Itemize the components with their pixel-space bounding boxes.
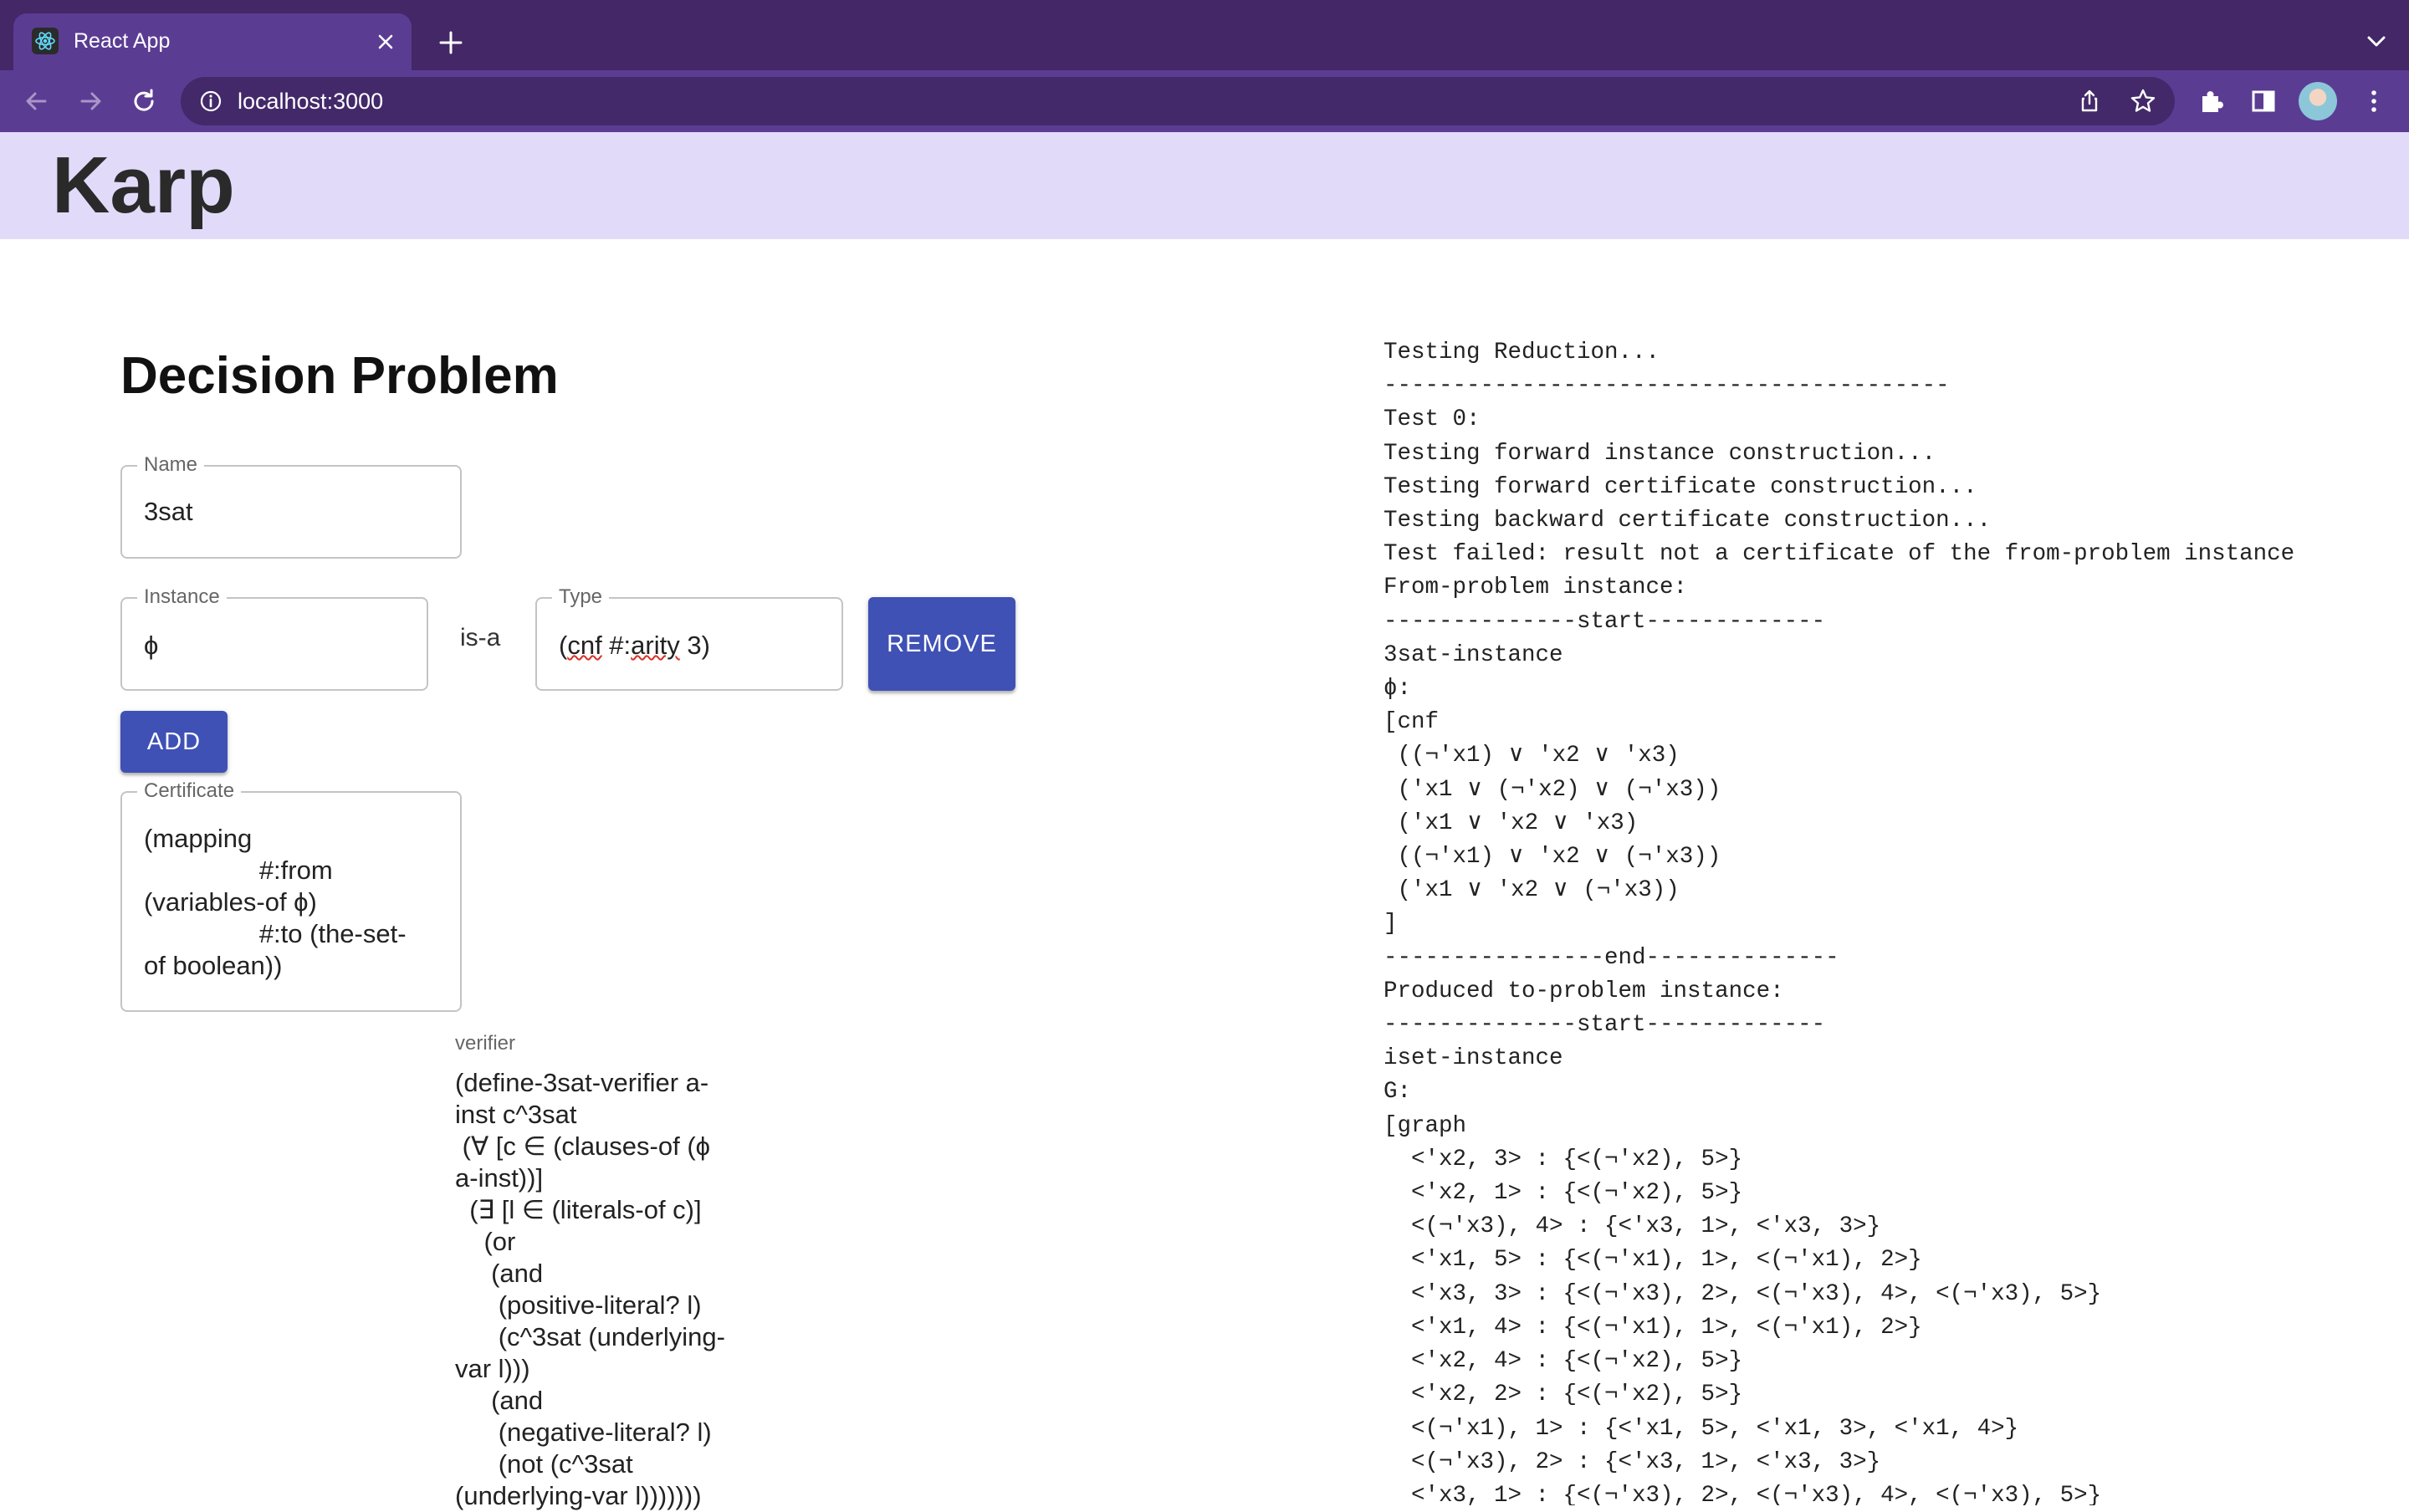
type-field-label: Type [552, 585, 610, 609]
sidebar-icon[interactable] [2247, 84, 2280, 118]
output-line: <'x3, 3> : {<(¬'x3), 2>, <(¬'x3), 4>, <(… [1384, 1280, 2102, 1307]
browser-tab[interactable]: React App [13, 13, 412, 70]
output-line: G: [1384, 1079, 1412, 1106]
puzzle-icon[interactable] [2195, 84, 2228, 118]
arrow-right-icon[interactable] [74, 84, 107, 118]
output-line: [graph [1384, 1112, 1467, 1139]
type-value-middle: #: [601, 631, 632, 660]
type-value-cnf: cnf [567, 631, 602, 660]
address-bar[interactable]: localhost:3000 [181, 77, 2175, 125]
output-line: iset-instance [1384, 1045, 1563, 1072]
output-line: ----------------end-------------- [1384, 944, 1839, 971]
name-field-value: 3sat [144, 497, 193, 526]
instance-field[interactable]: Instance ϕ [120, 585, 428, 691]
output-line: [cnf [1384, 709, 1440, 736]
output-line: ('x1 ∨ 'x2 ∨ (¬'x3)) [1384, 877, 1680, 904]
browser-tab-strip: React App [0, 0, 2409, 70]
verifier-code: (define-3sat-verifier a- inst c^3sat (∀ … [455, 1068, 725, 1510]
instance-field-value: ϕ [144, 631, 159, 660]
type-field-value: (cnf #:arity 3) [559, 631, 825, 661]
tab-title: React App [74, 29, 171, 53]
output-line: Testing forward instance construction... [1384, 440, 1936, 467]
remove-button[interactable]: REMOVE [868, 597, 1015, 691]
plus-icon[interactable] [435, 27, 467, 59]
is-a-label: is-a [460, 624, 501, 651]
output-line: ] [1384, 911, 1398, 937]
add-button[interactable]: ADD [120, 711, 228, 773]
reload-icon[interactable] [127, 84, 161, 118]
output-line: <'x1, 5> : {<(¬'x1), 1>, <(¬'x1), 2>} [1384, 1247, 1922, 1274]
output-line: <'x3, 1> : {<(¬'x3), 2>, <(¬'x3), 4>, <(… [1384, 1482, 2102, 1505]
output-line: ('x1 ∨ 'x2 ∨ 'x3) [1384, 810, 1639, 836]
certificate-field-label: Certificate [137, 779, 242, 803]
output-line: Produced to-problem instance: [1384, 978, 1784, 1004]
instance-field-label: Instance [137, 585, 227, 609]
verifier-label: verifier [455, 1032, 516, 1055]
output-line: ((¬'x1) ∨ 'x2 ∨ 'x3) [1384, 743, 1680, 769]
output-line: ('x1 ∨ (¬'x2) ∨ (¬'x3)) [1384, 776, 1721, 803]
test-output: Testing Reduction... --------------------… [1384, 336, 2387, 1505]
react-logo-icon [32, 28, 59, 54]
output-line: <'x1, 4> : {<(¬'x1), 1>, <(¬'x1), 2>} [1384, 1314, 1922, 1341]
output-line: --------------start------------- [1384, 608, 1826, 635]
type-value-prefix: ( [559, 631, 568, 660]
output-line: --------------start------------- [1384, 1012, 1826, 1039]
star-icon[interactable] [2128, 86, 2158, 116]
output-line: Test 0: [1384, 406, 1481, 433]
output-line: <(¬'x3), 2> : {<'x3, 1>, <'x3, 3>} [1384, 1448, 1881, 1475]
name-field-label: Name [137, 453, 205, 477]
output-line: From-problem instance: [1384, 575, 1688, 601]
output-line: <(¬'x3), 4> : {<'x3, 1>, <'x3, 3>} [1384, 1213, 1881, 1240]
output-line: ----------------------------------------… [1384, 373, 1950, 400]
output-line: Testing forward certificate construction… [1384, 473, 1977, 500]
output-line: <'x2, 2> : {<(¬'x2), 5>} [1384, 1382, 1743, 1408]
output-line: Test failed: result not a certificate of… [1384, 541, 2295, 568]
close-icon[interactable] [371, 28, 400, 56]
output-line: <'x2, 1> : {<(¬'x2), 5>} [1384, 1180, 1743, 1207]
page-title: Decision Problem [120, 347, 559, 405]
output-line: ((¬'x1) ∨ 'x2 ∨ (¬'x3)) [1384, 844, 1721, 871]
output-line: Testing backward certificate constructio… [1384, 508, 1992, 534]
type-value-suffix: 3) [679, 631, 710, 660]
output-line: <'x2, 3> : {<(¬'x2), 5>} [1384, 1146, 1743, 1172]
type-value-arity: arity [631, 631, 680, 660]
output-line: <'x2, 4> : {<(¬'x2), 5>} [1384, 1348, 1743, 1375]
output-line: Testing Reduction... [1384, 340, 1660, 365]
name-field[interactable]: Name 3sat [120, 453, 462, 559]
avatar[interactable] [2299, 82, 2337, 120]
output-line: ϕ: [1384, 676, 1412, 702]
type-field[interactable]: Type (cnf #:arity 3) [535, 585, 843, 691]
app-header: Karp [0, 132, 2409, 239]
url-text: localhost:3000 [238, 89, 384, 114]
certificate-value: (mapping #:from (variables-of ϕ) #:to (t… [144, 824, 407, 980]
output-line: 3sat-instance [1384, 641, 1563, 668]
output-line: <(¬'x1), 1> : {<'x1, 5>, <'x1, 3>, <'x1,… [1384, 1415, 2019, 1442]
info-icon[interactable] [197, 88, 224, 115]
chevron-down-icon[interactable] [2364, 32, 2389, 52]
kebab-menu-icon[interactable] [2357, 84, 2391, 118]
arrow-left-icon[interactable] [20, 84, 54, 118]
share-icon[interactable] [2074, 86, 2105, 116]
certificate-field[interactable]: Certificate (mapping #:from (variables-o… [120, 779, 462, 1012]
browser-toolbar: localhost:3000 [0, 70, 2409, 132]
app-title: Karp [52, 140, 235, 230]
